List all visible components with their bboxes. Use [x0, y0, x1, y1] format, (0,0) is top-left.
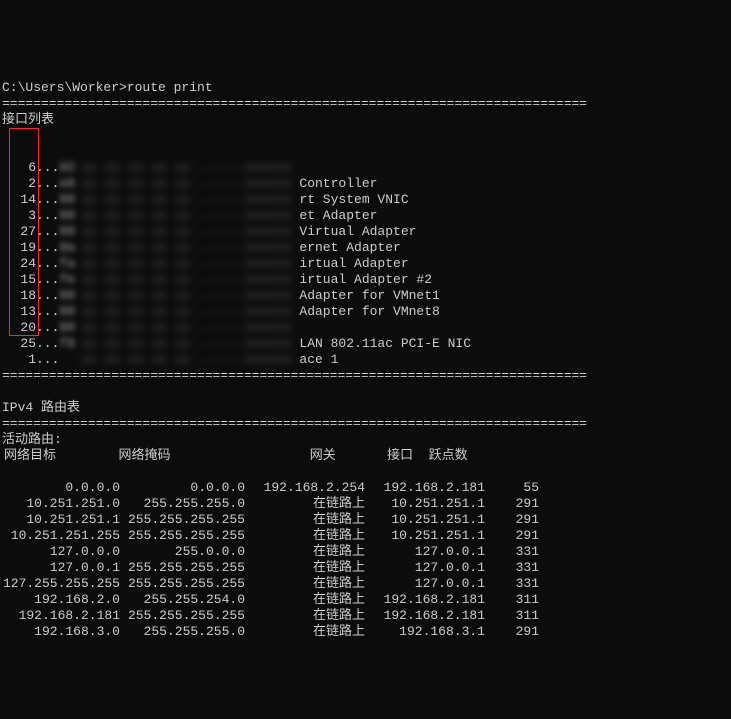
route-row: 127.0.0.1255.255.255.255在链路上127.0.0.1331 [2, 560, 729, 576]
interface-list: 6...02 xx xx xx xx xx ......xxxxxx xxxxx… [2, 128, 729, 368]
route-row: 10.251.251.1255.255.255.255在链路上10.251.25… [2, 512, 729, 528]
interface-row: 20...00 xx xx xx xx xx ......xxxxxx xxxx… [2, 320, 729, 336]
iface-desc: Controller [299, 176, 377, 192]
section-ipv4: IPv4 路由表 [2, 400, 80, 415]
route-table: 0.0.0.00.0.0.0192.168.2.254192.168.2.181… [2, 480, 729, 640]
route-header: 网络目标 网络掩码网关 接口 跃点数 [2, 448, 729, 464]
iface-desc: ace 1 [299, 352, 338, 368]
iface-hex: fa [59, 256, 73, 272]
interface-row: 13...00 xx xx xx xx xx ......xxxxxx xxxx… [2, 304, 729, 320]
interface-row: 1... xx xx xx xx xx ......xxxxxx xxxxx x… [2, 352, 729, 368]
iface-hex: 00 [59, 208, 73, 224]
divider-top: ========================================… [2, 96, 587, 111]
iface-hex: fe [59, 272, 73, 288]
interface-row: 18...00 xx xx xx xx xx ......xxxxxx xxxx… [2, 288, 729, 304]
iface-hex: f8 [59, 336, 73, 352]
section-interface-list: 接口列表 [2, 112, 54, 127]
iface-hex: 02 [59, 160, 73, 176]
divider-mid: ========================================… [2, 368, 587, 383]
section-active-routes: 活动路由: [2, 432, 62, 447]
interface-row: 14...00 xx xx xx xx xx ......xxxxxx xxxx… [2, 192, 729, 208]
interface-row: 19...0a xx xx xx xx xx ......xxxxxx xxxx… [2, 240, 729, 256]
iface-desc: ernet Adapter [299, 240, 400, 256]
route-row: 127.0.0.0255.0.0.0在链路上127.0.0.1331 [2, 544, 729, 560]
iface-desc: Virtual Adapter [299, 224, 416, 240]
route-row: 192.168.2.181255.255.255.255在链路上192.168.… [2, 608, 729, 624]
iface-hex: 00 [59, 320, 73, 336]
route-row: 192.168.3.0255.255.255.0在链路上192.168.3.12… [2, 624, 729, 640]
iface-hex: 0a [59, 240, 73, 256]
route-row: 127.255.255.255255.255.255.255在链路上127.0.… [2, 576, 729, 592]
route-row: 10.251.251.0255.255.255.0在链路上10.251.251.… [2, 496, 729, 512]
iface-desc: rt System VNIC [299, 192, 408, 208]
command-prompt: C:\Users\Worker>route print [2, 80, 213, 95]
interface-row: 6...02 xx xx xx xx xx ......xxxxxx xxxxx… [2, 160, 729, 176]
iface-desc: irtual Adapter #2 [299, 272, 432, 288]
iface-desc: et Adapter [299, 208, 377, 224]
iface-hex: 00 [59, 304, 73, 320]
interface-row: 27...00 xx xx xx xx xx ......xxxxxx xxxx… [2, 224, 729, 240]
route-row: 10.251.251.255255.255.255.255在链路上10.251.… [2, 528, 729, 544]
iface-hex: 00 [59, 224, 73, 240]
iface-desc: Adapter for VMnet1 [299, 288, 439, 304]
iface-hex: 00 [59, 192, 73, 208]
route-row: 192.168.2.0255.255.254.0在链路上192.168.2.18… [2, 592, 729, 608]
iface-hex: e8 [59, 176, 73, 192]
interface-row: 2...e8 xx xx xx xx xx ......xxxxxx xxxxx… [2, 176, 729, 192]
highlight-box [9, 128, 39, 336]
iface-hex: 00 [59, 288, 73, 304]
interface-row: 25...f8 xx xx xx xx xx ......xxxxxx xxxx… [2, 336, 729, 352]
iface-number: 1 [2, 352, 36, 368]
interface-row: 24...fa xx xx xx xx xx ......xxxxxx xxxx… [2, 256, 729, 272]
terminal-output: C:\Users\Worker>route print ============… [0, 60, 731, 644]
interface-row: 15...fe xx xx xx xx xx ......xxxxxx xxxx… [2, 272, 729, 288]
route-row: 0.0.0.00.0.0.0192.168.2.254192.168.2.181… [2, 480, 729, 496]
iface-desc: irtual Adapter [299, 256, 408, 272]
divider-ipv4: ========================================… [2, 416, 587, 431]
iface-desc: Adapter for VMnet8 [299, 304, 439, 320]
iface-number: 25 [2, 336, 36, 352]
interface-row: 3...00 xx xx xx xx xx ......xxxxxx xxxxx… [2, 208, 729, 224]
iface-desc: LAN 802.11ac PCI-E NIC [299, 336, 471, 352]
